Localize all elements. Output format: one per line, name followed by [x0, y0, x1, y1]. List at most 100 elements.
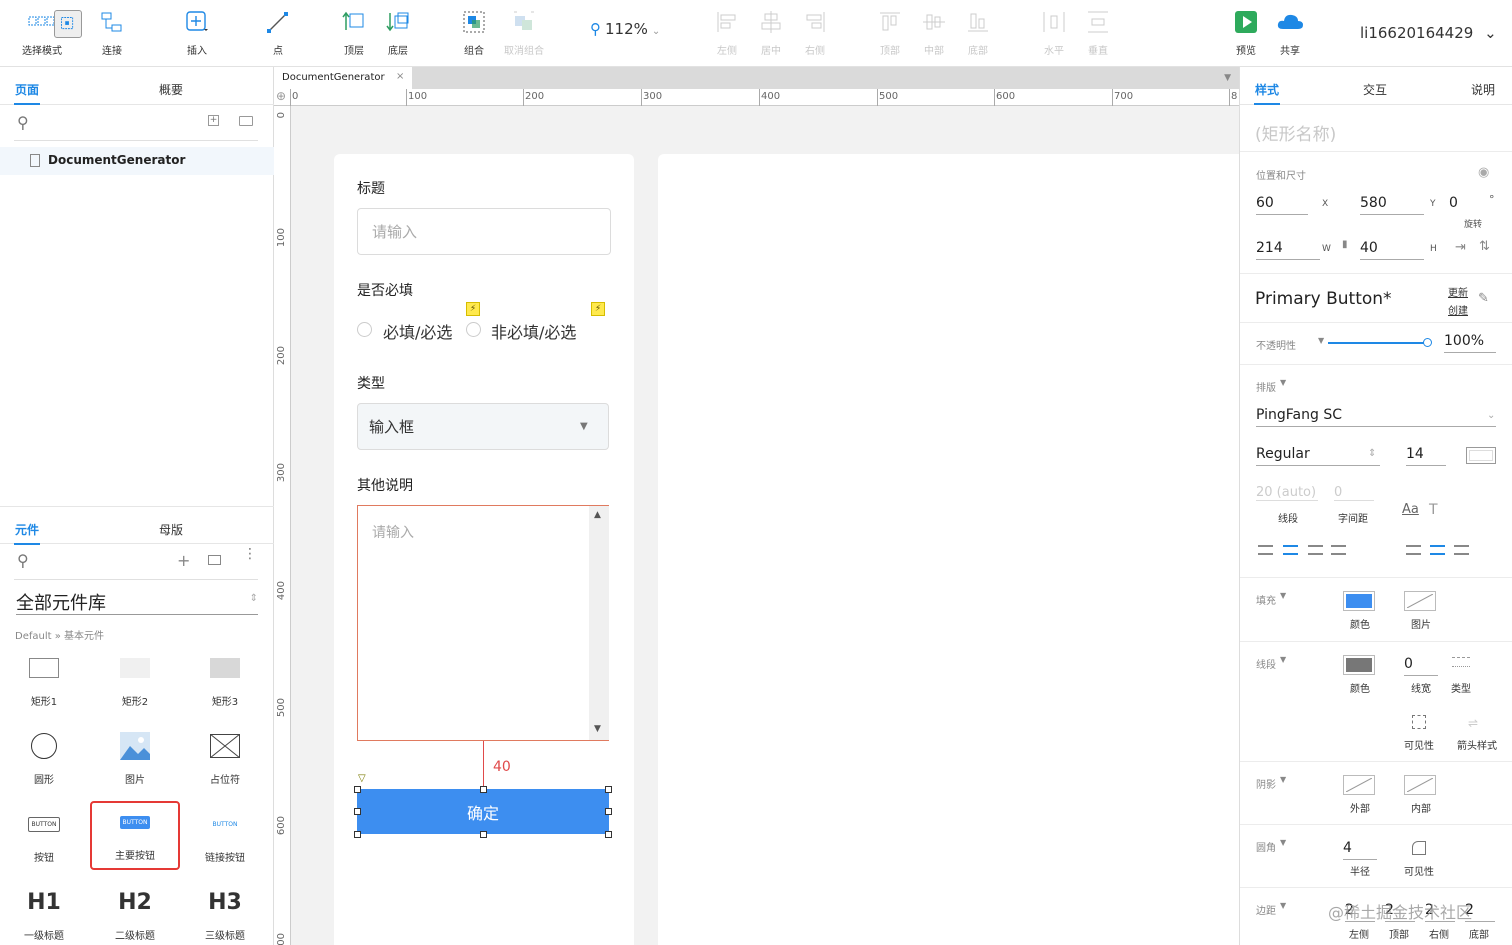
line-height-input[interactable]: 20 (auto)	[1256, 485, 1318, 501]
opacity-slider[interactable]	[1328, 342, 1428, 344]
corner-radius-input[interactable]: 4	[1343, 840, 1377, 860]
style-name[interactable]: Primary Button*	[1255, 289, 1392, 309]
widget-link-button[interactable]: BUTTON 链接按钮	[190, 809, 260, 865]
search-icon[interactable]: ⚲	[17, 113, 29, 132]
ungroup-button[interactable]: 取消组合	[496, 8, 552, 57]
widget-rect1[interactable]: 矩形1	[9, 653, 79, 708]
text-style-icon[interactable]: T	[1429, 502, 1438, 518]
align-right-button[interactable]: 右侧	[787, 8, 843, 57]
send-to-bottom-button[interactable]: 底层	[370, 8, 426, 57]
y-input[interactable]: 580	[1360, 195, 1424, 215]
opacity-input[interactable]: 100%	[1444, 333, 1496, 353]
text-case-icon[interactable]: Aa	[1402, 502, 1419, 517]
more-vertical-icon[interactable]: ⋮	[243, 547, 257, 561]
tab-documentgenerator[interactable]: DocumentGenerator ×	[274, 67, 412, 89]
add-folder-icon[interactable]	[239, 116, 253, 126]
type-select[interactable]: 输入框 ▼	[357, 403, 609, 450]
font-size-input[interactable]: 14	[1406, 446, 1446, 466]
widget-button[interactable]: BUTTON 按钮	[9, 809, 79, 864]
zoom-control[interactable]: ⚲ 112% ⌄	[590, 20, 660, 38]
tab-notes[interactable]: 说明	[1471, 81, 1495, 98]
stroke-color-swatch[interactable]	[1343, 655, 1375, 675]
resize-handle-e[interactable]	[605, 808, 612, 815]
valign-top-icon[interactable]	[1406, 545, 1421, 555]
close-icon[interactable]: ×	[396, 71, 404, 82]
distribute-vertical-button[interactable]: 垂直	[1070, 8, 1126, 57]
widget-circle[interactable]: 圆形	[9, 731, 79, 786]
widget-h3[interactable]: H3 三级标题	[190, 887, 260, 943]
valign-bottom-icon[interactable]	[1454, 545, 1469, 555]
widget-image[interactable]: 图片	[100, 731, 170, 786]
stroke-type-icon[interactable]	[1452, 657, 1470, 667]
widget-primary-button[interactable]: BUTTON 主要按钮	[90, 801, 180, 870]
radio-required[interactable]	[357, 322, 372, 337]
widget-h2[interactable]: H2 二级标题	[100, 887, 170, 943]
outer-shadow-button[interactable]	[1343, 775, 1375, 795]
interaction-flag-icon[interactable]: ⚡	[591, 302, 605, 316]
select-intersect-button[interactable]	[54, 10, 82, 38]
resize-handle-s[interactable]	[480, 831, 487, 838]
tab-widgets[interactable]: 元件	[15, 521, 39, 538]
user-account-menu[interactable]: li16620164429 ⌄	[1360, 24, 1497, 42]
fill-color-swatch[interactable]	[1343, 591, 1375, 611]
share-button[interactable]: 共享	[1262, 8, 1318, 57]
opacity-slider-thumb[interactable]	[1423, 338, 1432, 347]
tab-interactions[interactable]: 交互	[1363, 81, 1387, 98]
align-text-right-icon[interactable]	[1308, 545, 1323, 555]
align-text-justify-icon[interactable]	[1331, 545, 1346, 555]
update-style-link[interactable]: 更新	[1448, 284, 1468, 299]
inner-shadow-button[interactable]	[1404, 775, 1436, 795]
library-window-icon[interactable]	[208, 555, 221, 565]
corner-visibility-icon[interactable]	[1412, 841, 1426, 855]
align-text-center-icon[interactable]	[1283, 545, 1298, 555]
resize-handle-ne[interactable]	[605, 786, 612, 793]
tab-outline[interactable]: 概要	[159, 81, 183, 98]
group-button[interactable]: 组合	[446, 8, 502, 57]
search-icon[interactable]: ⚲	[17, 551, 29, 570]
width-input[interactable]: 214	[1256, 240, 1320, 260]
library-path[interactable]: Default » 基本元件	[15, 627, 104, 642]
height-input[interactable]: 40	[1360, 240, 1424, 260]
page-item-documentgenerator[interactable]: DocumentGenerator	[0, 147, 274, 175]
confirm-button[interactable]: 确定	[357, 789, 609, 834]
scroll-up-icon[interactable]: ▲	[594, 510, 601, 520]
resize-handle-w[interactable]	[354, 808, 361, 815]
stroke-width-input[interactable]: 0	[1404, 656, 1438, 676]
shape-name-input[interactable]: (矩形名称)	[1255, 120, 1336, 145]
lock-ratio-icon[interactable]: ▮	[1342, 239, 1348, 250]
eye-icon[interactable]: ◉	[1478, 165, 1489, 180]
fill-image-button[interactable]	[1404, 591, 1436, 611]
tab-pages[interactable]: 页面	[15, 81, 39, 98]
radio-optional[interactable]	[466, 322, 481, 337]
title-input[interactable]: 请输入	[357, 208, 611, 255]
interaction-flag-icon[interactable]: ⚡	[466, 302, 480, 316]
library-select[interactable]: 全部元件库 ⇕	[16, 589, 258, 615]
valign-middle-icon[interactable]	[1430, 545, 1445, 555]
resize-handle-n[interactable]	[480, 786, 487, 793]
font-weight-select[interactable]: Regular	[1256, 446, 1380, 466]
notes-textarea[interactable]: 请输入 ▲ ▼	[357, 505, 609, 741]
align-text-left-icon[interactable]	[1258, 545, 1273, 555]
point-button[interactable]: 点	[250, 8, 306, 57]
canvas-area[interactable]: DocumentGenerator × ▼ 0 100 200 300 400 500 60…	[274, 67, 1239, 945]
widget-rect2[interactable]: 矩形2	[100, 653, 170, 708]
scroll-down-icon[interactable]: ▼	[594, 724, 601, 734]
letter-spacing-input[interactable]: 0	[1334, 485, 1374, 501]
insert-button[interactable]: 插入	[169, 8, 225, 57]
widget-rect3[interactable]: 矩形3	[190, 653, 260, 708]
widget-h1[interactable]: H1 一级标题	[9, 887, 79, 943]
font-family-select[interactable]: PingFang SC	[1256, 407, 1496, 427]
resize-handle-nw[interactable]	[354, 786, 361, 793]
stroke-visibility-icon[interactable]	[1412, 715, 1426, 729]
tab-masters[interactable]: 母版	[159, 521, 183, 538]
x-input[interactable]: 60	[1256, 195, 1308, 215]
fit-width-icon[interactable]: ⇥	[1455, 240, 1466, 255]
textarea-scrollbar[interactable]: ▲ ▼	[589, 506, 609, 740]
widget-placeholder[interactable]: 占位符	[190, 731, 260, 786]
resize-handle-se[interactable]	[605, 831, 612, 838]
add-library-icon[interactable]: +	[177, 551, 190, 570]
arrow-style-icon[interactable]: ⇌	[1468, 716, 1478, 730]
tab-dropdown-icon[interactable]: ▼	[1224, 73, 1231, 83]
align-bottom-button[interactable]: 底部	[950, 8, 1006, 57]
text-color-swatch[interactable]	[1466, 447, 1496, 464]
